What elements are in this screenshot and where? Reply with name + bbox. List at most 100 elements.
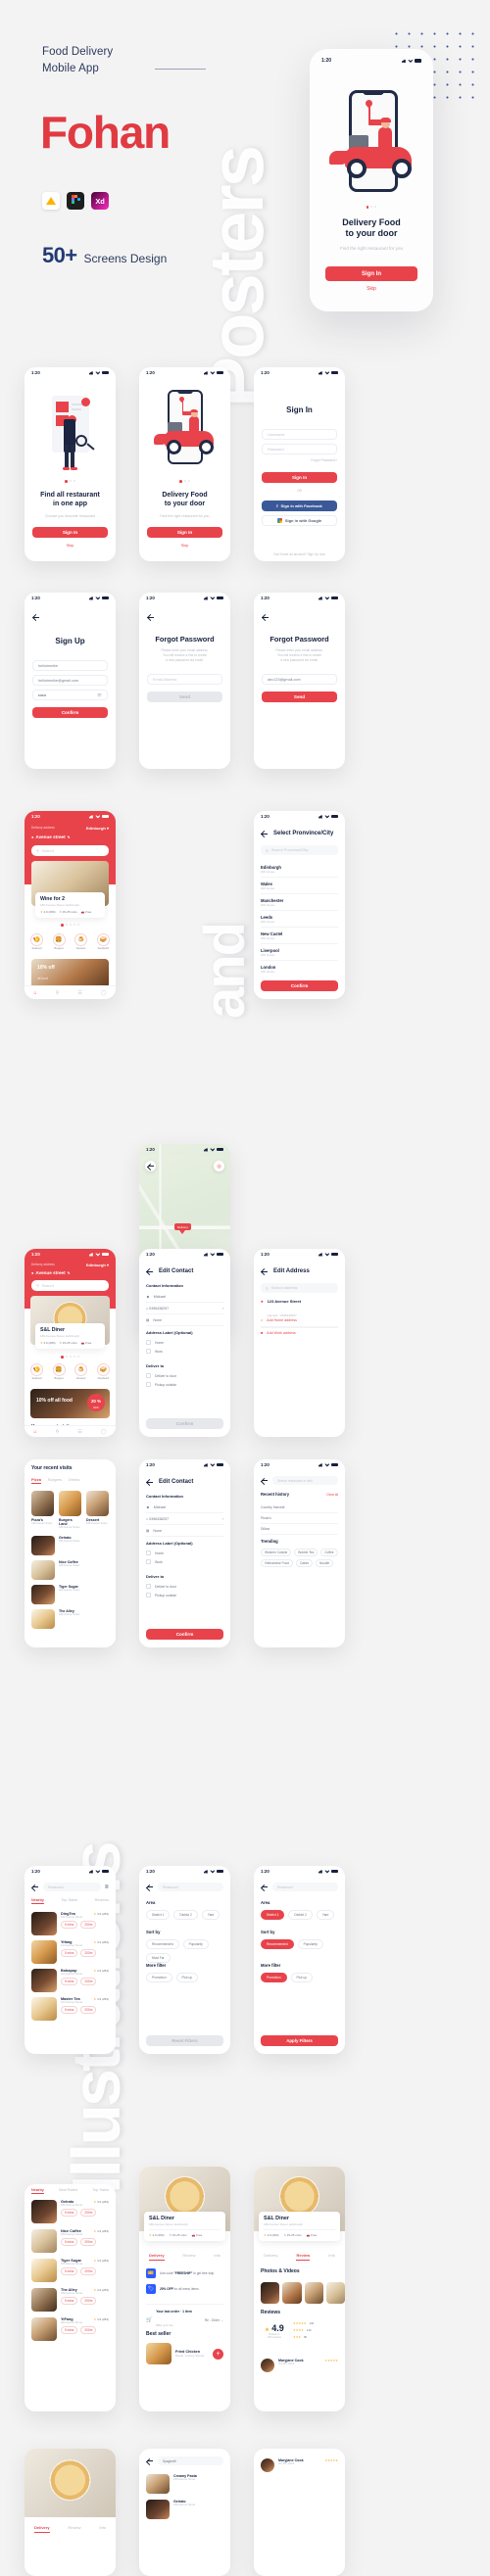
nav-home-icon[interactable]: ⌂	[34, 1429, 37, 1435]
area-chips[interactable]: District 1 District 2 Yard	[146, 1910, 223, 1920]
tab-delivery[interactable]: Delivery	[34, 2525, 50, 2533]
category-sandwich[interactable]: 🥪 Sandwich	[96, 1363, 110, 1380]
list-item[interactable]: Creamy Pasta 189 Avenue Street	[146, 2474, 223, 2494]
trending-chip[interactable]: Bubble Tea	[294, 1549, 318, 1556]
carousel-dots[interactable]	[24, 1356, 116, 1359]
list-item[interactable]: Dillow	[261, 1524, 338, 1535]
best-seller-item[interactable]: Fried Chicken Breast, Creamy Spread +	[146, 2343, 223, 2364]
checkbox-pickup-outside[interactable]: Pickup outside	[146, 1593, 176, 1598]
screen-bottom-search[interactable]: Spaghetti Creamy Pasta 189 Avenue Street…	[139, 2449, 230, 2576]
recent-card[interactable]: Burgers Land 189 Avenue Street	[59, 1491, 81, 1529]
carousel-dots[interactable]	[139, 480, 230, 483]
list-item[interactable]: Nice Coffee ★ 4.9 (284) 189 Avenue Stree…	[31, 2229, 109, 2253]
back-icon[interactable]	[146, 1478, 154, 1486]
tab-pizza[interactable]: Pizza	[31, 1477, 42, 1484]
carousel-dot-2[interactable]	[65, 1356, 68, 1359]
carousel-dot-4[interactable]	[73, 924, 75, 927]
screen-filters-applied[interactable]: 1:20 Restaurant Area District 1 District…	[254, 1866, 345, 2054]
tab-nearby[interactable]: Nearby	[31, 2188, 44, 2194]
category-row[interactable]: 🍤 Seafood 🍔 Burgers 🍮 Dessert 🥪 Sandwich	[30, 1363, 110, 1380]
area-chip[interactable]: Yard	[201, 1910, 220, 1920]
back-icon[interactable]	[31, 1884, 39, 1891]
photo-strip[interactable]	[261, 2282, 345, 2304]
search-input[interactable]: ⚲ Search Pronvince/City	[261, 845, 338, 855]
back-icon[interactable]	[261, 830, 269, 837]
category-sandwich[interactable]: 🥪 Sandwich	[96, 933, 110, 950]
carousel-dot-5[interactable]	[76, 1356, 79, 1359]
edit-icon[interactable]: ✎	[68, 1271, 71, 1275]
dessert-list[interactable]: Gelrato ★ 4.9 (284) 189 Avenue Street 5 …	[31, 2200, 109, 2341]
screen-onboarding-1[interactable]: 1:20 Find all restaurant in one app Choo…	[24, 367, 116, 561]
more-chips[interactable]: Promotion Pick up	[146, 1973, 223, 1982]
address-row[interactable]: ● Avenue street ✎	[31, 835, 71, 839]
nav-profile-icon[interactable]: ◯	[101, 990, 107, 996]
list-item[interactable]: Gelrato 189 Avenue Street	[146, 2500, 223, 2519]
more-chip[interactable]: Promotion	[146, 1973, 172, 1982]
search-results[interactable]: Creamy Pasta 189 Avenue Street Gelrato 1…	[146, 2474, 223, 2519]
search-input[interactable]: Search restaurant or dish	[272, 1476, 338, 1485]
confirm-button[interactable]: Confirm	[32, 707, 108, 718]
tab-info[interactable]: Info	[99, 2525, 106, 2533]
list-item[interactable]: Bobapop ★ 4.9 (284) 123 Avenue Street 5 …	[31, 1969, 109, 1992]
address-row[interactable]: ● Avenue street ✎	[31, 1270, 71, 1275]
promo-discount-row[interactable]: 🏷 20% OFF for all menu items	[146, 2284, 223, 2294]
photo-thumb[interactable]	[282, 2282, 302, 2304]
recent-tabs[interactable]: Pizza Burgers Drinks	[31, 1477, 109, 1484]
email-input[interactable]: helloimmike@gmail.com	[32, 675, 108, 686]
send-button[interactable]: Send	[147, 692, 222, 702]
filter-icon[interactable]: ≣	[105, 1884, 109, 1890]
carousel-dot-1[interactable]	[61, 924, 64, 927]
category-burgers[interactable]: 🍔 Burgers	[52, 1363, 66, 1380]
area-chip[interactable]: District 1	[146, 1910, 171, 1920]
area-chip[interactable]: District 2	[288, 1910, 313, 1920]
list-item[interactable]: Nice Coffee 189 Avenue Street	[31, 1560, 109, 1580]
category-row[interactable]: 🍤 Seafood 🍔 Burgers 🍮 Dessert 🥪 Sandwich	[30, 933, 110, 950]
trending-chip[interactable]: Western Cuisine	[261, 1549, 292, 1556]
list-item[interactable]: Edinburgh 200 stores	[261, 861, 338, 878]
last-order-row[interactable]: 🛒 Your last order · 1 item BBQ pork ribs…	[146, 2304, 223, 2331]
list-item[interactable]: Country Harvest	[261, 1503, 338, 1513]
tab-review[interactable]: Review	[182, 2253, 195, 2261]
carousel-dot-1[interactable]	[179, 480, 182, 483]
tab-review[interactable]: Review	[296, 2253, 311, 2261]
screen-forgot-password-filled[interactable]: 1:20 Forgot Password Please enter your e…	[254, 593, 345, 769]
screen-edit-address[interactable]: 1:20 Edit Address ⚲ Search address ● 123…	[254, 1249, 345, 1437]
area-chip[interactable]: District 2	[173, 1910, 198, 1920]
email-input[interactable]: abc123@gmail.com	[262, 674, 337, 685]
checkbox-work[interactable]: Work	[146, 1559, 163, 1564]
list-item[interactable]: DingTea ★ 4.9 (284) 123 Avenue Street 5 …	[31, 1912, 109, 1935]
back-button[interactable]	[145, 1161, 156, 1171]
map-pin[interactable]: Delivery	[174, 1223, 191, 1234]
recent-card[interactable]: Pizza's 189 Avenue Street	[31, 1491, 54, 1529]
carousel-dot-3[interactable]	[374, 206, 377, 209]
list-item[interactable]: Tiger Sugar 189 Avenue Street	[31, 1585, 109, 1604]
tab-review[interactable]: Review	[68, 2525, 80, 2533]
list-item[interactable]: Liverpool 200 stores	[261, 944, 338, 961]
trending-chip[interactable]: Vietnamese Food	[261, 1559, 293, 1567]
name-input[interactable]: helloimmike	[32, 660, 108, 671]
list-item[interactable]: New Castel 200 stores	[261, 928, 338, 944]
carousel-dot-3[interactable]	[69, 1356, 72, 1359]
listing-tabs[interactable]: Nearby Top Sales Reviews	[31, 1898, 109, 1904]
photo-thumb[interactable]	[325, 2282, 345, 2304]
back-icon[interactable]	[146, 1884, 154, 1891]
sort-chip-selected[interactable]: Recommended	[261, 1939, 294, 1949]
list-item[interactable]: Gelrato ★ 4.9 (284) 189 Avenue Street 5 …	[31, 2200, 109, 2223]
list-item[interactable]: London 200 stores	[261, 961, 338, 977]
email-input[interactable]: Email Address	[147, 674, 222, 685]
screen-bottom-left[interactable]: Delivery Review Info	[24, 2449, 116, 2576]
screen-restaurant-review[interactable]: S&L Diner 189 Avenue Street, Edinburgh ★…	[254, 2167, 345, 2411]
search-input[interactable]: Restaurant	[43, 1883, 101, 1891]
screen-home[interactable]: 1:20 Delivery address Edinburgh ▾ ● Aven…	[24, 811, 116, 999]
checkbox-deliver-door[interactable]: Deliver to door	[146, 1373, 176, 1378]
screen-sign-up[interactable]: 1:20 Sign Up helloimmike helloimmike@gma…	[24, 593, 116, 769]
eye-icon[interactable]: 👁	[97, 692, 102, 697]
skip-button[interactable]: Skip	[316, 286, 427, 292]
tab-delivery[interactable]: Delivery	[149, 2253, 165, 2261]
skip-button[interactable]: Skip	[24, 543, 116, 548]
back-icon[interactable]	[32, 613, 40, 621]
list-item[interactable]: Gelrato 189 Avenue Street	[31, 1536, 109, 1555]
password-input[interactable]: Password	[262, 444, 337, 454]
area-chip[interactable]: Yard	[316, 1910, 335, 1920]
contact-email-row[interactable]: ▤ None	[146, 1526, 223, 1537]
